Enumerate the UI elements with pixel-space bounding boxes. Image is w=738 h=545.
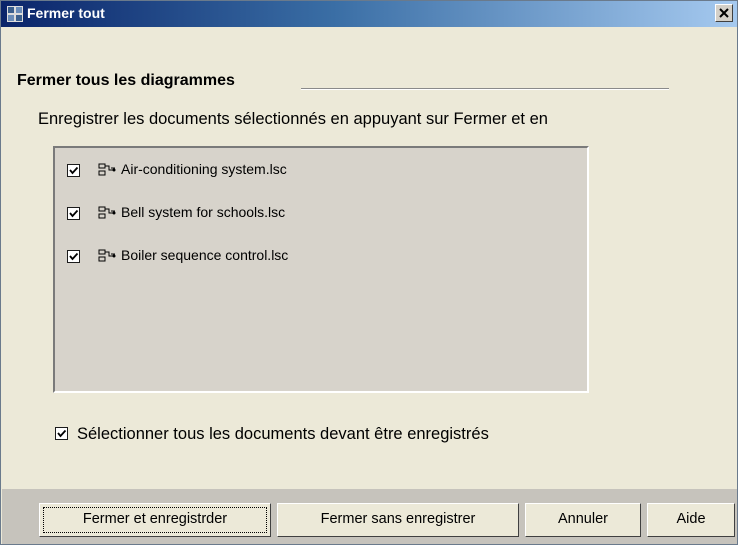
checkmark-icon (69, 209, 79, 218)
document-list[interactable]: Air-conditioning system.lsc Bell system … (53, 146, 589, 393)
diagram-icon (97, 205, 117, 221)
save-and-close-button[interactable]: Fermer et enregistrder (39, 503, 271, 537)
diagram-icon (97, 162, 117, 178)
window-title: Fermer tout (27, 5, 105, 21)
select-all-checkbox[interactable] (55, 427, 68, 440)
cancel-button[interactable]: Annuler (525, 503, 641, 537)
title-bar[interactable]: Fermer tout (1, 1, 737, 27)
close-all-dialog: Fermer tout Fermer tous les diagrammes E… (0, 0, 738, 545)
section-description: Enregistrer les documents sélectionnés e… (38, 110, 548, 128)
close-without-saving-button[interactable]: Fermer sans enregistrer (277, 503, 519, 537)
document-checkbox[interactable] (67, 164, 80, 177)
checkmark-icon (69, 166, 79, 175)
logo-app-icon (7, 6, 23, 22)
document-checkbox[interactable] (67, 250, 80, 263)
section-heading: Fermer tous les diagrammes (17, 72, 235, 89)
close-without-saving-label: Fermer sans enregistrer (320, 511, 476, 527)
document-checkbox[interactable] (67, 207, 80, 220)
close-button[interactable] (715, 4, 733, 22)
focus-ring (43, 507, 267, 533)
close-icon (719, 8, 729, 18)
checkmark-icon (69, 252, 79, 261)
document-name: Boiler sequence control.lsc (121, 247, 289, 263)
checkmark-icon (57, 429, 67, 438)
help-label: Aide (676, 511, 706, 527)
cancel-label: Annuler (558, 511, 608, 527)
help-button[interactable]: Aide (647, 503, 735, 537)
document-name: Bell system for schools.lsc (121, 204, 286, 220)
heading-divider (301, 88, 669, 90)
diagram-icon (97, 248, 117, 264)
select-all-label[interactable]: Sélectionner tous les documents devant ê… (77, 425, 489, 444)
document-name: Air-conditioning system.lsc (121, 161, 287, 177)
